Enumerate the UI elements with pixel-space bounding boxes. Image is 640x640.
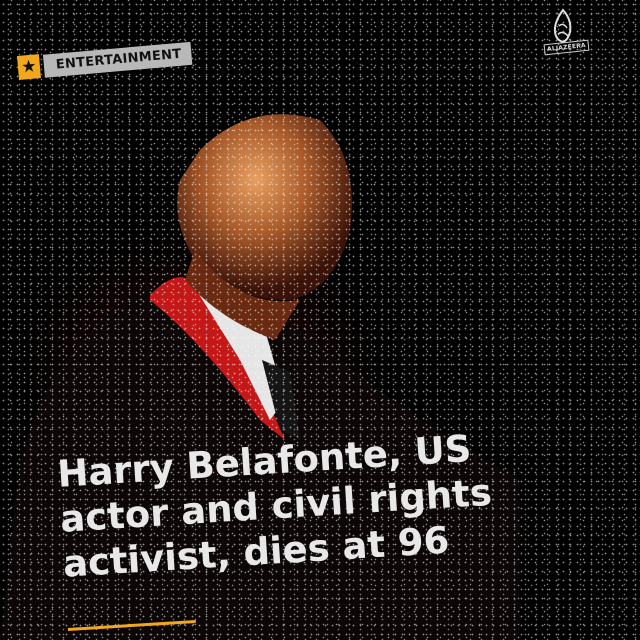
star-icon: ★ — [16, 54, 41, 80]
